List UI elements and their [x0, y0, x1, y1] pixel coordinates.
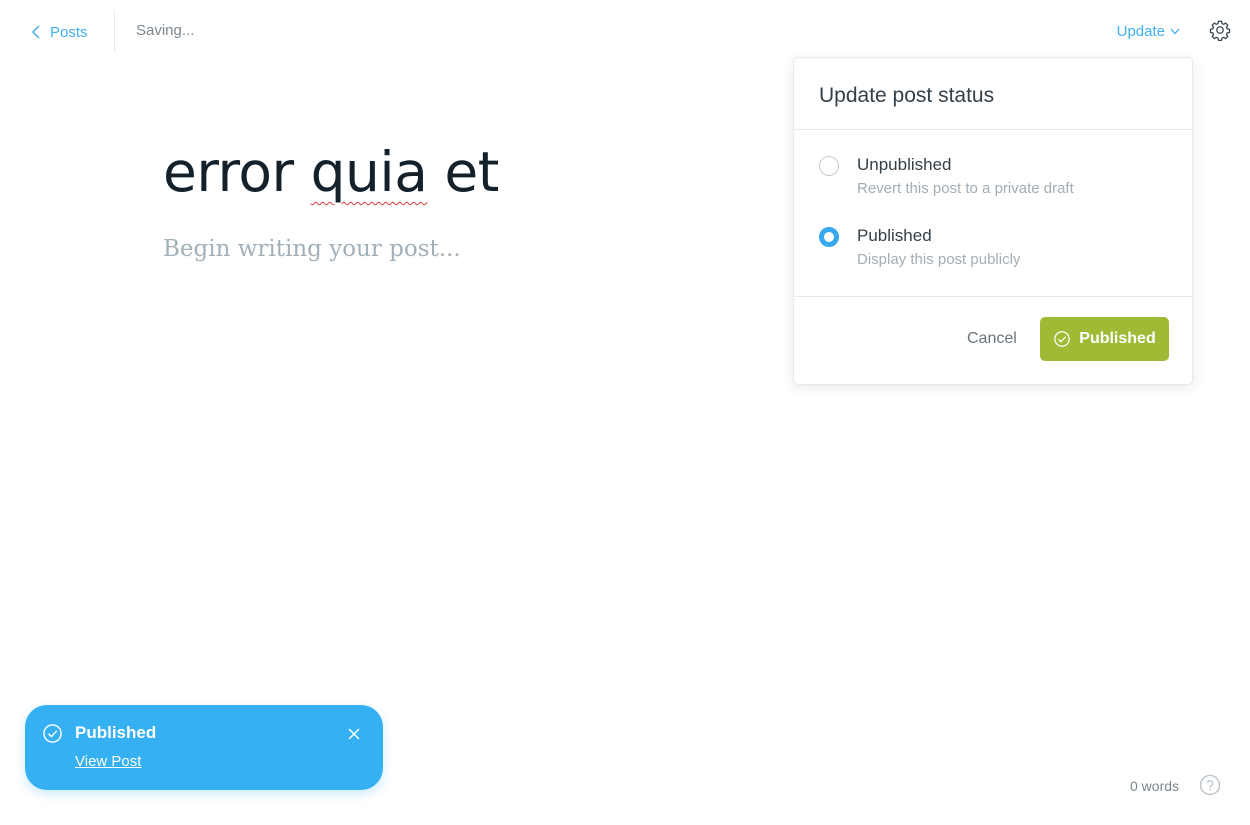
save-status: Saving... — [136, 22, 195, 39]
gear-icon[interactable] — [1209, 19, 1231, 41]
check-circle-icon — [1054, 331, 1071, 347]
help-icon[interactable] — [1199, 774, 1221, 796]
dropdown-title: Update post status — [794, 58, 1192, 130]
header-divider — [114, 10, 115, 52]
update-button-label: Update — [1116, 22, 1165, 40]
post-status-dropdown: Update post status Unpublished Revert th… — [793, 57, 1193, 385]
option-description: Revert this post to a private draft — [857, 180, 1074, 197]
chevron-down-icon — [1170, 28, 1180, 34]
option-description: Display this post publicly — [857, 251, 1021, 268]
editor-header: Posts Saving... Update — [0, 0, 1250, 62]
back-link-label: Posts — [50, 23, 88, 41]
back-to-posts-link[interactable]: Posts — [30, 20, 88, 44]
status-option-published[interactable]: Published Display this post publicly — [819, 225, 1020, 268]
title-word: et — [444, 140, 499, 204]
radio-unpublished[interactable] — [819, 156, 839, 176]
update-dropdown-button[interactable]: Update — [1117, 20, 1180, 42]
published-toast: Published View Post — [25, 705, 383, 790]
close-icon[interactable] — [347, 727, 361, 741]
chevron-left-icon — [31, 25, 40, 39]
post-body-placeholder[interactable]: Begin writing your post... — [163, 236, 461, 262]
title-word-misspelled: quia — [310, 140, 428, 204]
post-title[interactable]: error quia et — [163, 142, 499, 203]
published-button[interactable]: Published — [1040, 317, 1169, 361]
option-label: Unpublished — [857, 155, 952, 174]
view-post-link[interactable]: View Post — [75, 753, 141, 770]
radio-published[interactable] — [819, 227, 839, 247]
dropdown-footer: Cancel Published — [794, 296, 1192, 384]
published-button-label: Published — [1079, 330, 1156, 347]
word-count: 0 words — [1130, 778, 1180, 794]
check-circle-icon — [43, 724, 62, 743]
toast-title: Published — [75, 723, 157, 742]
title-word: error — [163, 140, 294, 204]
option-label: Published — [857, 226, 932, 245]
status-option-unpublished[interactable]: Unpublished Revert this post to a privat… — [819, 154, 1074, 197]
cancel-button[interactable]: Cancel — [967, 330, 1017, 348]
